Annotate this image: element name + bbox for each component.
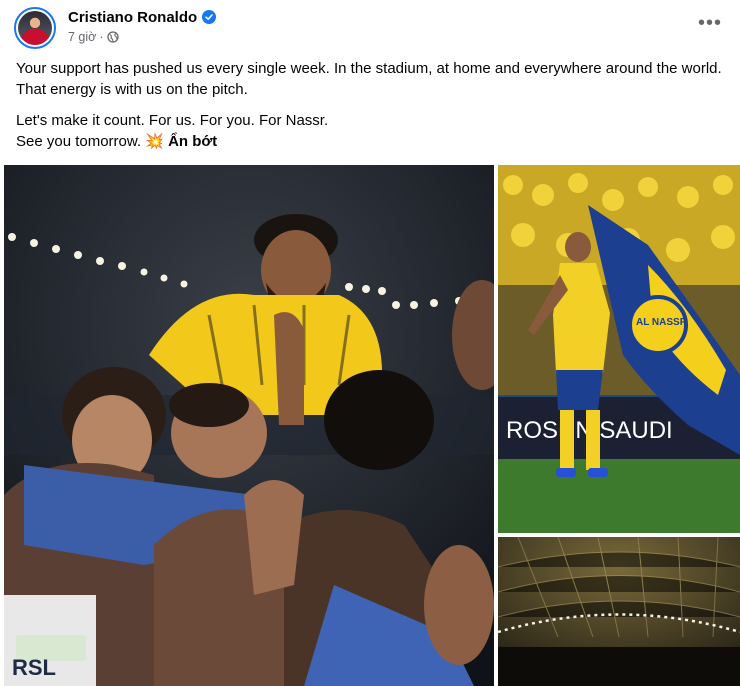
- rsl-badge-text: RSL: [12, 655, 56, 680]
- post-time[interactable]: 7 giờ: [68, 30, 96, 44]
- more-horizontal-icon: •••: [697, 12, 722, 34]
- post-header: Cristiano Ronaldo 7 giờ · •••: [14, 6, 726, 50]
- globe-icon: [106, 31, 119, 46]
- author-avatar[interactable]: [14, 7, 56, 49]
- post-meta: 7 giờ ·: [68, 30, 119, 46]
- photo-stadium-roof[interactable]: [498, 537, 740, 686]
- al-nassr-flag-text: AL NASSR: [636, 317, 688, 328]
- photo-celebration[interactable]: RSL: [4, 165, 494, 686]
- caption-paragraph: Your support has pushed us every single …: [16, 60, 722, 98]
- caption-paragraph: Let's make it count. For us. For you. Fo…: [16, 112, 329, 129]
- caption-paragraph: See you tomorrow. 💥 Ẩn bớt: [16, 133, 218, 150]
- post-caption: Your support has pushed us every single …: [16, 58, 728, 152]
- see-less-link[interactable]: Ẩn bớt: [168, 133, 217, 150]
- verified-badge-icon: [202, 10, 217, 24]
- facebook-post: Cristiano Ronaldo 7 giờ · ••• Your suppor…: [0, 0, 740, 686]
- collision-emoji: 💥: [145, 133, 164, 150]
- photo-flag-celebration[interactable]: ROSHN SAUDI AL NASSR: [498, 165, 740, 533]
- more-options-button[interactable]: •••: [696, 12, 724, 40]
- author-name[interactable]: Cristiano Ronaldo: [68, 9, 197, 26]
- photo-grid: RSL ROSHN SAUDI AL NASSR: [4, 165, 740, 686]
